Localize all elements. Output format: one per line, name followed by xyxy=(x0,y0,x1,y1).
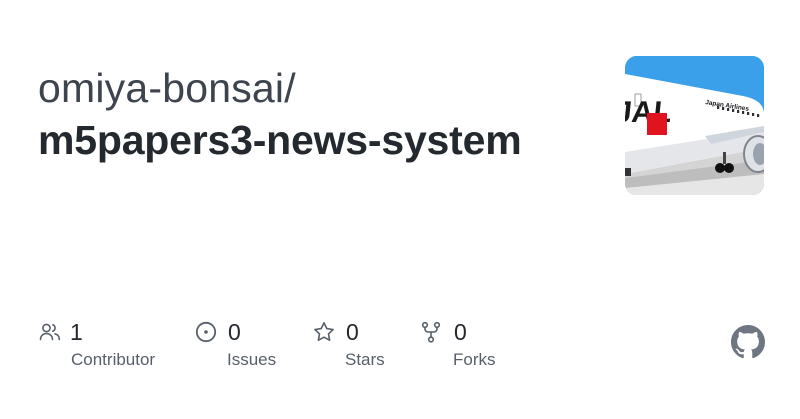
repo-social-image: JAL Japan Airlines xyxy=(625,56,764,195)
airplane-illustration: JAL Japan Airlines xyxy=(625,56,764,195)
stars-count: 0 xyxy=(346,319,359,345)
issues-label: Issues xyxy=(227,350,277,369)
stars-label: Stars xyxy=(345,350,385,369)
repo-title: omiya-bonsai/ m5papers3-news-system xyxy=(38,62,598,166)
forks-count: 0 xyxy=(454,319,467,345)
contributors-label: Contributor xyxy=(71,350,156,369)
forks-label: Forks xyxy=(453,350,496,369)
stat-forks[interactable]: 0 Forks xyxy=(419,318,519,378)
stat-contributors[interactable]: 1 Contributor xyxy=(38,318,178,378)
issue-icon xyxy=(194,320,218,344)
github-mark-icon[interactable] xyxy=(731,325,765,359)
star-icon xyxy=(312,320,336,344)
stat-stars[interactable]: 0 Stars xyxy=(312,318,412,378)
stat-issues[interactable]: 0 Issues xyxy=(194,318,304,378)
contributors-count: 1 xyxy=(70,319,83,345)
repo-owner[interactable]: omiya-bonsai/ xyxy=(38,62,598,114)
repo-name[interactable]: m5papers3-news-system xyxy=(38,114,598,166)
people-icon xyxy=(38,320,62,344)
fork-icon xyxy=(419,320,443,344)
issues-count: 0 xyxy=(228,319,241,345)
